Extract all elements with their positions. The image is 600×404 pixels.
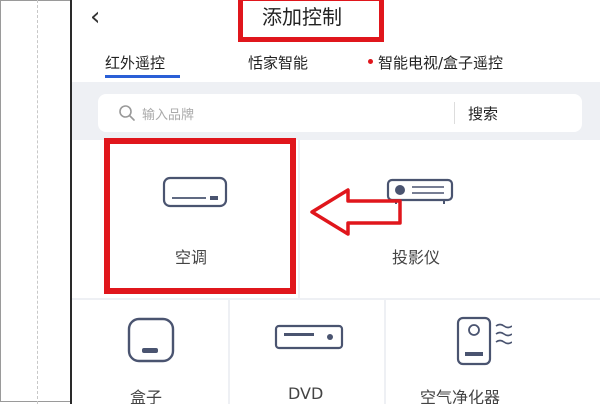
device-label: 盒子 xyxy=(130,388,163,404)
notification-dot xyxy=(368,59,373,64)
tab-bar: 红外遥控 恬家智能 智能电视/盒子遥控 xyxy=(72,44,600,82)
tab-ir-remote[interactable]: 红外遥控 xyxy=(105,52,165,73)
search-icon xyxy=(119,105,135,121)
device-label: 投影仪 xyxy=(392,248,441,267)
device-box[interactable]: 盒子 xyxy=(72,300,228,404)
back-arrow-icon[interactable]: ‹ xyxy=(90,2,100,32)
search-divider xyxy=(454,102,455,124)
device-label: 空气净化器 xyxy=(420,388,501,404)
left-arrow-annotation xyxy=(310,188,402,236)
air-purifier-icon xyxy=(456,316,512,366)
active-tab-indicator xyxy=(105,75,180,78)
guide-line xyxy=(37,0,38,404)
search-bar[interactable]: 输入品牌 搜索 xyxy=(98,94,582,132)
device-air-purifier[interactable]: 空气净化器 xyxy=(386,300,600,404)
device-label: DVD xyxy=(288,384,324,403)
search-input[interactable]: 输入品牌 xyxy=(142,104,194,123)
search-button[interactable]: 搜索 xyxy=(468,103,498,124)
dvd-icon xyxy=(274,324,344,350)
highlight-box-air-conditioner xyxy=(104,138,296,294)
box-icon xyxy=(127,317,175,363)
highlight-box-title xyxy=(238,0,384,42)
device-dvd[interactable]: DVD xyxy=(230,300,384,404)
tab-smart-tv-remote[interactable]: 智能电视/盒子遥控 xyxy=(378,52,503,73)
tab-tianjia-smart[interactable]: 恬家智能 xyxy=(248,52,308,73)
